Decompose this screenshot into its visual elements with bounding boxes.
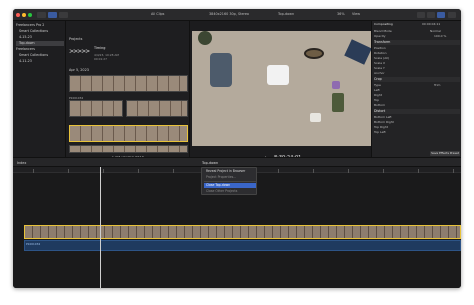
crop-type-select[interactable]: Trim	[434, 83, 458, 87]
minimize-window-button[interactable]	[22, 13, 26, 17]
blue-object	[344, 39, 372, 65]
date-group-header[interactable]: Apr 5, 2023	[69, 68, 89, 72]
project-thumbnail[interactable]: >>>>>	[69, 45, 91, 58]
purple-object	[332, 81, 340, 89]
plant-object	[198, 31, 212, 45]
ruler-tick	[348, 169, 349, 173]
import-media-icon[interactable]	[37, 12, 46, 18]
inspector-row: Anchor	[374, 71, 385, 75]
project-name[interactable]: Timing	[94, 46, 105, 50]
opacity-value[interactable]: 100.0 %	[434, 34, 458, 38]
charger-box	[267, 65, 289, 85]
clip-name: P1001034	[69, 96, 84, 100]
sidebar-item-event[interactable]: 4-15-23	[16, 35, 64, 40]
timeline-video-clip[interactable]	[24, 225, 461, 239]
project-context-menu: Reveal Project in Browser Project Proper…	[201, 167, 257, 195]
inspector-row: Top Left	[374, 130, 386, 134]
clip-filmstrip[interactable]	[69, 145, 188, 153]
menu-item-reveal-project[interactable]: Reveal Project in Browser	[204, 169, 256, 174]
libraries-sidebar: Freelancers Pro 2 Smart Collections 4-15…	[13, 21, 66, 157]
inspector-toggle-icon[interactable]	[437, 12, 445, 18]
ruler-tick	[418, 169, 419, 173]
viewer-format: 3840x2160 30p, Stereo	[209, 12, 250, 16]
menu-item-close-other-projects[interactable]: Close Other Projects	[204, 189, 256, 194]
watch-object	[304, 48, 324, 59]
menu-item-close-project[interactable]: Close Top-down	[204, 183, 256, 188]
inspector-row: Bottom	[374, 103, 386, 107]
sidebar-item-top-down[interactable]: Top-down	[16, 41, 64, 46]
inspector-row: Scale Y	[374, 66, 385, 70]
save-effects-preset-button[interactable]: Save Effects Preset	[430, 151, 460, 156]
zoom-level[interactable]: 36%	[337, 12, 345, 16]
ruler-tick	[138, 169, 139, 173]
inspector-row: Bottom Left	[374, 115, 392, 119]
audio-clip-label: P1001034	[26, 242, 41, 246]
projects-group-header[interactable]: Projects	[69, 37, 82, 41]
sidebar-item-library[interactable]: Freelancers Pro 2	[16, 23, 64, 28]
clip-filmstrip-selected[interactable]	[69, 125, 188, 142]
close-window-button[interactable]	[16, 13, 20, 17]
menu-item-project-properties[interactable]: Project Properties...	[204, 175, 256, 180]
view-menu[interactable]: View	[352, 12, 360, 16]
background-tasks-icon[interactable]	[59, 12, 68, 18]
all-clips-filter[interactable]: All Clips	[151, 12, 164, 16]
share-icon[interactable]	[448, 12, 456, 18]
ruler-tick	[68, 169, 69, 173]
keyword-icon[interactable]	[48, 12, 57, 18]
distort-section[interactable]: Distort	[374, 109, 460, 114]
project-title: Top-down	[278, 12, 295, 16]
clip-filmstrip[interactable]	[69, 75, 188, 92]
inspector-row: Left	[374, 88, 380, 92]
transform-section[interactable]: Transform	[374, 40, 460, 45]
earbuds-case	[310, 113, 321, 122]
ruler-tick	[103, 169, 104, 173]
playhead[interactable]	[100, 167, 101, 288]
sidebar-item-library-2[interactable]: Freelancers	[16, 47, 64, 52]
inspector-row: Rotation	[374, 51, 387, 55]
ruler-tick	[173, 169, 174, 173]
ruler-tick	[313, 169, 314, 173]
crop-section[interactable]: Crop	[374, 77, 460, 82]
blend-mode-select[interactable]: Normal	[430, 29, 458, 33]
viewer: Top down 8:30:24:01 ▶	[190, 21, 383, 161]
ruler-tick	[453, 169, 454, 173]
timeline-toggle-icon[interactable]	[427, 12, 435, 18]
timeline-toolbar: Index Top-down	[13, 157, 461, 167]
green-object	[332, 93, 344, 112]
inspector-time: 00:00:04:11	[422, 22, 441, 26]
sidebar-item-smart-collections[interactable]: Smart Collections	[16, 29, 64, 34]
phone-object	[210, 53, 232, 87]
sidebar-item-event-2[interactable]: 4-11-23	[16, 59, 64, 64]
index-button[interactable]: Index	[17, 161, 26, 165]
inspector-row: Top	[374, 98, 380, 102]
app-window: All Clips 3840x2160 30p, Stereo Top-down…	[13, 9, 461, 288]
ruler-tick	[33, 169, 34, 173]
menu-separator	[204, 181, 256, 182]
video-frame[interactable]	[192, 31, 381, 146]
sidebar-item-smart-collections-2[interactable]: Smart Collections	[16, 53, 64, 58]
media-browser: Projects >>>>> Timing 4/4/23, 10:28 AM 0…	[66, 21, 190, 159]
timeline-project-menu[interactable]: Top-down	[202, 161, 218, 165]
inspector-row: Position	[374, 46, 386, 50]
clip-filmstrip[interactable]	[126, 100, 188, 117]
inspector-row: Right	[374, 93, 382, 97]
zoom-window-button[interactable]	[28, 13, 32, 17]
library-toggle-icon[interactable]	[417, 12, 425, 18]
inspector: Compositing 00:00:04:11 Blend Mode Norma…	[371, 21, 461, 157]
inspector-row: Bottom Right	[374, 120, 394, 124]
timeline-audio-clip[interactable]: P1001034	[24, 240, 461, 251]
ruler-tick	[278, 169, 279, 173]
clip-filmstrip[interactable]	[69, 100, 123, 117]
toolbar: All Clips 3840x2160 30p, Stereo Top-down…	[13, 9, 461, 21]
inspector-row: Scale X	[374, 61, 386, 65]
inspector-row: Scale (All)	[374, 56, 390, 60]
project-duration: 00:01:27	[94, 57, 107, 61]
inspector-row: Top Right	[374, 125, 388, 129]
ruler-tick	[383, 169, 384, 173]
